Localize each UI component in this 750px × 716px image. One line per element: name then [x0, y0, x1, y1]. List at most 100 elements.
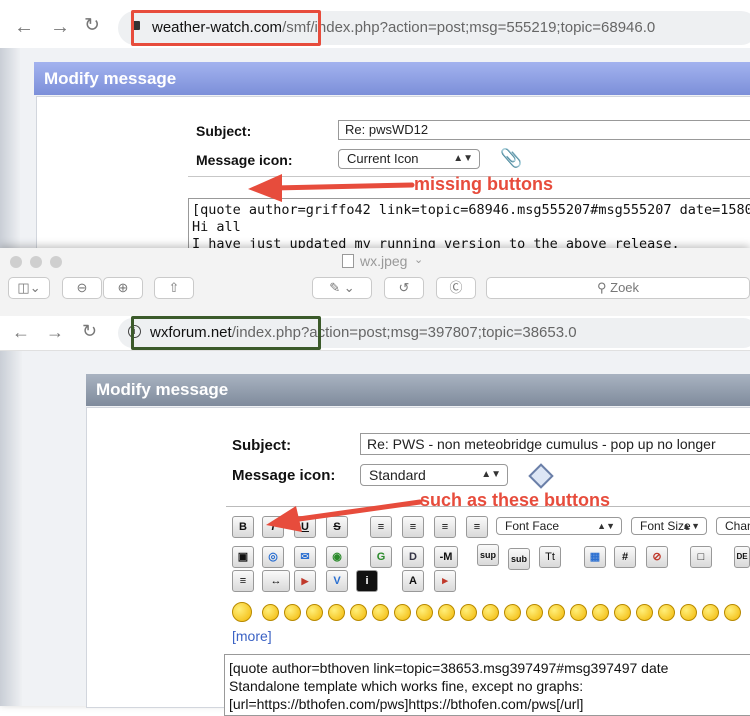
top-subject-input[interactable]: Re: pwsWD12 — [338, 120, 750, 140]
sidebar-toggle-icon[interactable]: ◫⌄ — [8, 277, 50, 299]
zoom-window-dot[interactable] — [50, 256, 62, 268]
zoom-in-icon[interactable]: ⊕ — [103, 277, 143, 299]
vimeo-icon[interactable]: V — [326, 570, 348, 592]
bottom-body-line-3: [url=https://bthofen.com/pws]https://bth… — [229, 696, 584, 712]
select-arrows-icon-2: ▲▼ — [481, 469, 501, 480]
smiley-icon[interactable] — [702, 604, 719, 621]
quote-icon[interactable]: □ — [690, 546, 712, 568]
align-center-icon[interactable]: ≡ — [434, 516, 456, 538]
smiley-icon[interactable] — [504, 604, 521, 621]
bottom-body-line-2: Standalone template which works fine, ex… — [229, 678, 584, 694]
annotate-icon[interactable]: Ⓒ — [436, 277, 476, 299]
top-icon-select-value: Current Icon — [347, 151, 419, 166]
rotate-icon[interactable]: ↺ — [384, 277, 424, 299]
ftp-icon[interactable]: ◉ — [326, 546, 348, 568]
smiley-icon[interactable] — [350, 604, 367, 621]
reload-icon-2[interactable]: ↻ — [82, 321, 97, 341]
viewer-titlebar: wx.jpeg ⌄ ◫⌄ ⊖ ⊕ ⇧ ✎ ⌄ ↺ Ⓒ ⚲ Zoek — [0, 248, 750, 317]
viewer-search-field[interactable]: ⚲ Zoek — [486, 277, 750, 299]
share-icon[interactable]: ⇧ — [154, 277, 194, 299]
shadow-icon[interactable]: D — [402, 546, 424, 568]
font-face-select[interactable]: Font Face ▲▼ — [496, 517, 622, 535]
paperclip-icon: 📎 — [500, 148, 523, 168]
smiley-icon[interactable] — [284, 604, 301, 621]
bottom-icon-label: Message icon: — [232, 467, 336, 484]
close-window-dot[interactable] — [10, 256, 22, 268]
bold-button[interactable]: B — [232, 516, 254, 538]
youtube-icon[interactable]: ▶ — [294, 570, 316, 592]
top-modify-heading: Modify message — [34, 62, 750, 95]
reload-icon[interactable]: ↻ — [84, 16, 100, 36]
annotation-such-as-buttons: such as these buttons — [420, 490, 611, 510]
smileys-row — [232, 602, 750, 624]
back-icon-2[interactable]: ← — [12, 322, 30, 342]
align-right-icon[interactable]: ≡ — [466, 516, 488, 538]
smiley-icon[interactable] — [416, 604, 433, 621]
top-subject-label: Subject: — [196, 123, 252, 139]
email-icon[interactable]: ✉ — [294, 546, 316, 568]
smiley-icon[interactable] — [724, 604, 741, 621]
smiley-icon[interactable] — [232, 602, 252, 622]
top-icon-select[interactable]: Current Icon ▲▼ — [338, 149, 480, 169]
markup-pen-icon[interactable]: ✎ ⌄ — [312, 277, 372, 299]
smiley-icon[interactable] — [306, 604, 323, 621]
font-face-value: Font Face — [505, 519, 560, 533]
zoom-out-icon[interactable]: ⊖ — [62, 277, 102, 299]
red-arrow-2 — [266, 499, 423, 532]
teletype-button[interactable]: Tt — [539, 546, 561, 568]
table-icon[interactable]: ▦ — [584, 546, 606, 568]
top-body-line-2: Hi all — [192, 219, 241, 235]
smiley-icon[interactable] — [372, 604, 389, 621]
smiley-icon[interactable] — [614, 604, 631, 621]
red-arrow-1 — [248, 174, 415, 202]
subscript-button[interactable]: sub — [508, 548, 530, 570]
hr-button[interactable]: -M — [434, 546, 458, 568]
smiley-icon[interactable] — [636, 604, 653, 621]
info-button[interactable]: i — [356, 570, 378, 592]
bottom-left-shade — [0, 351, 22, 706]
move-icon[interactable]: ↔ — [262, 570, 290, 592]
smiley-icon[interactable] — [460, 604, 477, 621]
code-hash-button[interactable]: # — [614, 546, 636, 568]
bottom-body-line-1: [quote author=bthoven link=topic=38653.m… — [229, 660, 669, 676]
deco-icon[interactable]: DE — [734, 546, 750, 568]
back-icon[interactable]: ← — [14, 17, 34, 37]
smiley-icon[interactable] — [438, 604, 455, 621]
chevron-down-icon[interactable]: ⌄ — [414, 253, 423, 266]
smiley-icon[interactable] — [548, 604, 565, 621]
smiley-icon[interactable] — [592, 604, 609, 621]
font-color-select[interactable]: Chan — [716, 517, 750, 535]
search-icon: ⚲ — [596, 280, 607, 295]
bottom-icon-select[interactable]: Standard ▲▼ — [360, 464, 508, 486]
list-icon[interactable]: ≡ — [232, 570, 254, 592]
select-arrows-icon-4: ▲▼ — [682, 521, 700, 531]
smiley-icon[interactable] — [262, 604, 279, 621]
top-url-path: /smf/index.php?action=post;msg=555219;to… — [282, 19, 656, 36]
smiley-icon[interactable] — [658, 604, 675, 621]
smiley-icon[interactable] — [328, 604, 345, 621]
font-color-value: Chan — [725, 519, 750, 533]
globe-link-icon[interactable]: ◎ — [262, 546, 284, 568]
superscript-button[interactable]: sup — [477, 544, 499, 566]
smiley-icon[interactable] — [526, 604, 543, 621]
smiley-icon[interactable] — [570, 604, 587, 621]
smiley-icon[interactable] — [482, 604, 499, 621]
top-message-textarea[interactable]: [quote author=griffo42 link=topic=68946.… — [188, 198, 750, 252]
top-body-line-1: [quote author=griffo42 link=topic=68946.… — [192, 202, 750, 218]
rtl-icon[interactable]: ▸ — [434, 570, 456, 592]
glow-button[interactable]: G — [370, 546, 392, 568]
no-format-icon[interactable]: ⊘ — [646, 546, 668, 568]
smiley-icon[interactable] — [394, 604, 411, 621]
font-size-select[interactable]: Font Size ▲▼ — [631, 517, 707, 535]
smiley-icon[interactable] — [680, 604, 697, 621]
bottom-message-textarea[interactable]: [quote author=bthoven link=topic=38653.m… — [224, 654, 750, 716]
more-smileys-link[interactable]: [more] — [232, 628, 272, 644]
bottom-subject-input[interactable]: Re: PWS - non meteobridge cumulus - pop … — [360, 433, 750, 455]
viewer-filename: wx.jpeg — [360, 253, 408, 269]
forward-icon[interactable]: → — [50, 17, 70, 37]
font-size-tool-icon[interactable]: A — [402, 570, 424, 592]
forward-icon-2[interactable]: → — [46, 322, 64, 342]
minimize-window-dot[interactable] — [30, 256, 42, 268]
top-browser-toolbar: ← → ↻ weather-watch.com/smf/index.php?ac… — [0, 0, 750, 49]
image-insert-icon[interactable]: ▣ — [232, 546, 254, 568]
